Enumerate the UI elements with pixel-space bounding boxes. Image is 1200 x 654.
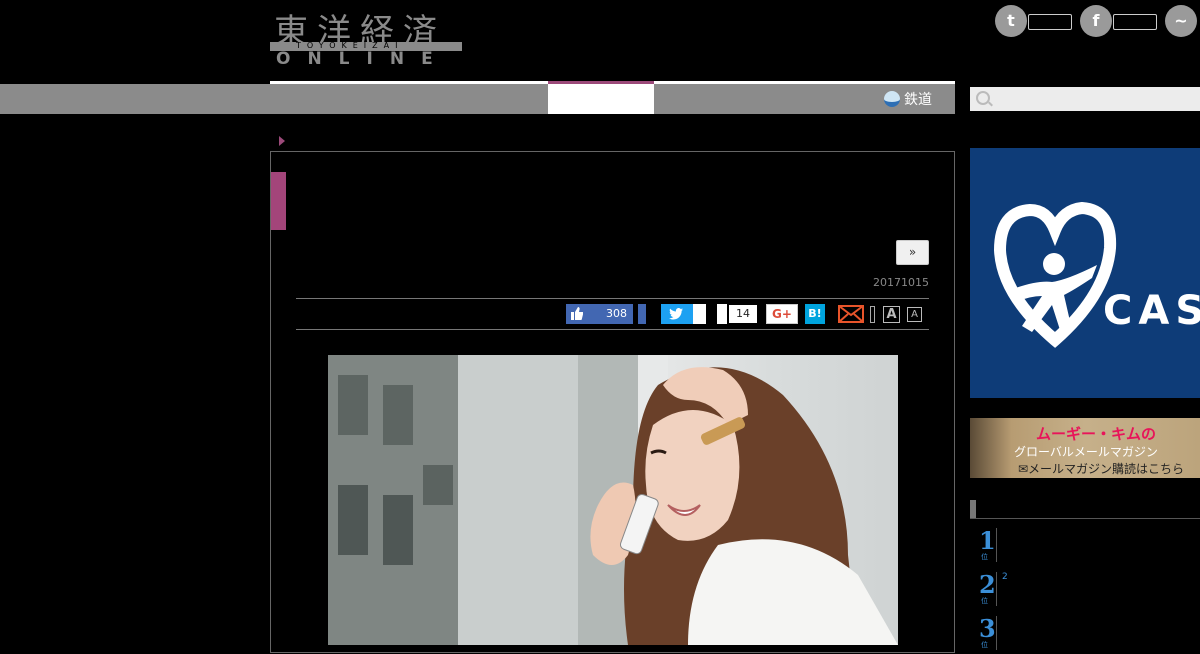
article-category-accent: [271, 172, 286, 230]
facebook-icon[interactable]: f: [1080, 5, 1112, 37]
font-size-small-button[interactable]: A: [907, 307, 922, 322]
ranking-number: 1: [979, 526, 996, 555]
hatena-count-bar: [717, 304, 727, 324]
logo-english-text: ONLINE: [276, 49, 450, 69]
search-input[interactable]: [970, 87, 1200, 111]
ranking-number: 3: [979, 614, 996, 643]
ranking-text: 2: [1002, 572, 1008, 582]
google-plus-button[interactable]: G+: [766, 304, 798, 324]
nav-rail-link[interactable]: 鉄道: [884, 87, 932, 111]
article-date: 20171015: [873, 276, 929, 289]
article-main-photo: [328, 355, 898, 645]
ranking-suffix: 位: [981, 597, 988, 605]
ranking-header: [970, 500, 1200, 519]
font-size-large-button[interactable]: A: [883, 306, 900, 323]
twitter-icon[interactable]: t: [995, 5, 1027, 37]
newsletter-ad-title: ムーギー・キムの: [1036, 425, 1157, 443]
ranking-item[interactable]: 3 位: [970, 610, 1200, 654]
newsletter-ad-cta: ✉メールマガジン購読はこちら: [1018, 462, 1185, 476]
cas-heart-logo-icon: [993, 201, 1117, 348]
hatena-count-value: 14: [729, 305, 757, 323]
messenger-icon[interactable]: ~: [1165, 5, 1197, 37]
tweet-count: [693, 304, 706, 324]
twitter-bird-icon: [669, 308, 683, 320]
tweet-button[interactable]: [661, 304, 693, 324]
ranking-header-mark: [970, 500, 976, 518]
hatena-count: 14: [717, 304, 759, 324]
facebook-count-pill: [1113, 14, 1157, 30]
ranking-number: 2: [979, 570, 996, 599]
site-logo[interactable]: 東洋経済 TOYOKEIZAI ONLINE: [270, 8, 462, 70]
hatena-bookmark-button[interactable]: B!: [805, 304, 825, 324]
mail-icon[interactable]: [838, 305, 864, 323]
facebook-share-button[interactable]: [638, 304, 646, 324]
facebook-like-count: 308: [606, 307, 627, 320]
print-button[interactable]: [870, 306, 875, 323]
global-nav: [0, 84, 955, 114]
search-icon[interactable]: [976, 91, 990, 105]
ranking-item[interactable]: 1 位: [970, 522, 1200, 566]
ranking-divider: [996, 616, 997, 650]
ranking-suffix: 位: [981, 641, 988, 649]
nav-tab-active[interactable]: [548, 84, 654, 114]
next-page-button[interactable]: »: [896, 240, 929, 265]
thumbs-up-icon: [571, 307, 583, 320]
ranking-divider: [996, 528, 997, 562]
ranking-item[interactable]: 2 位 2: [970, 566, 1200, 610]
train-icon: [884, 91, 900, 107]
share-divider-bottom: [296, 329, 929, 330]
breadcrumb-arrow-icon: [279, 136, 285, 146]
facebook-like-button[interactable]: 308: [566, 304, 633, 324]
twitter-count-pill: [1028, 14, 1072, 30]
share-divider-top: [296, 298, 929, 299]
nav-rail-label: 鉄道: [904, 92, 932, 108]
woman-on-phone-illustration: [328, 355, 898, 645]
sidebar-ad-text: CAS: [1103, 288, 1200, 334]
sidebar-ad-banner[interactable]: CAS: [970, 148, 1200, 398]
newsletter-ad-banner[interactable]: ムーギー・キムの グローバルメールマガジン ✉メールマガジン購読はこちら: [970, 418, 1200, 478]
ranking-suffix: 位: [981, 553, 988, 561]
ranking-divider: [996, 572, 997, 606]
newsletter-ad-subtitle: グローバルメールマガジン: [1014, 445, 1158, 459]
